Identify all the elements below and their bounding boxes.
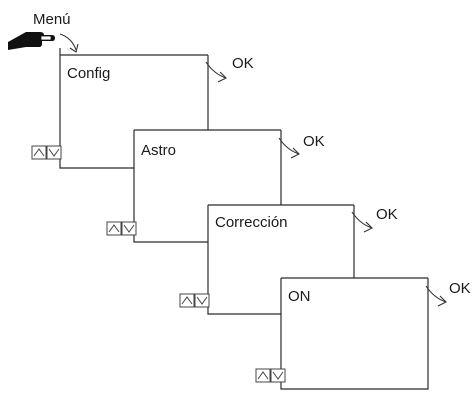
up-down-buttons-icon bbox=[106, 221, 137, 236]
step-label-config: Config bbox=[67, 65, 110, 82]
curved-arrow-icon bbox=[205, 61, 227, 83]
ok-label-on: OK bbox=[449, 280, 471, 297]
menu-label: Menú bbox=[33, 11, 71, 28]
step-box-config: Config bbox=[31, 48, 209, 169]
up-down-buttons-icon bbox=[255, 368, 286, 383]
step-box-correccion: Corrección bbox=[179, 204, 355, 315]
menu-flow-diagram: Menú Config OK Astro OK Corrección OK ON… bbox=[8, 11, 471, 390]
step-box-on: ON bbox=[255, 277, 429, 390]
curved-arrow-icon bbox=[351, 211, 373, 233]
ok-label-correccion: OK bbox=[376, 206, 398, 223]
up-down-buttons-icon bbox=[179, 293, 210, 308]
curved-arrow-icon bbox=[425, 285, 447, 307]
step-label-on: ON bbox=[288, 288, 311, 305]
ok-label-config: OK bbox=[232, 55, 254, 72]
pointing-hand-icon bbox=[8, 32, 55, 50]
up-down-buttons-icon bbox=[31, 145, 62, 160]
step-label-astro: Astro bbox=[141, 142, 176, 159]
step-label-correccion: Corrección bbox=[215, 214, 288, 231]
curved-arrow-icon bbox=[59, 33, 79, 53]
curved-arrow-icon bbox=[278, 137, 300, 159]
ok-label-astro: OK bbox=[303, 133, 325, 150]
